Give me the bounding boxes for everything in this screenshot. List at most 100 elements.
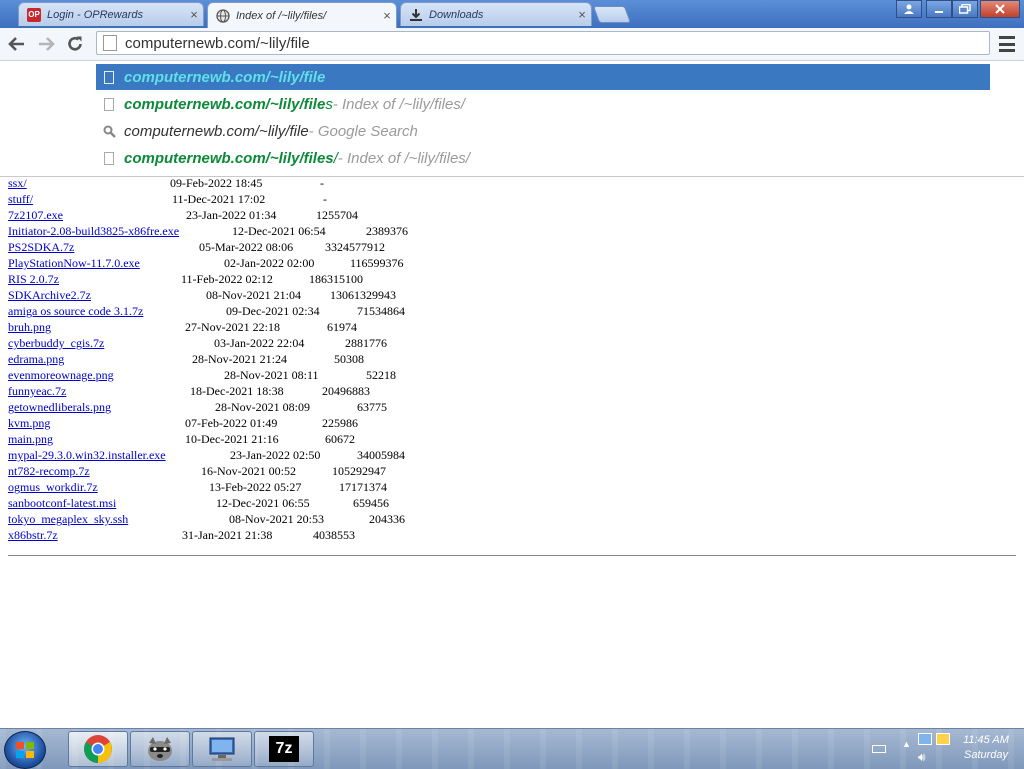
modified-date: 10-Dec-2021 21:16 [185, 432, 279, 446]
address-input[interactable] [125, 34, 965, 52]
horizontal-rule [8, 555, 1016, 556]
action-center-icon[interactable] [936, 733, 950, 745]
file-link[interactable]: bruh.png [8, 320, 51, 335]
suggestion-url: computernewb.com/~lily/files [124, 95, 333, 113]
modified-date: 18-Dec-2021 18:38 [190, 384, 284, 398]
file-link[interactable]: edrama.png [8, 352, 64, 367]
file-size: 204336 [369, 512, 405, 526]
file-link[interactable]: PlayStationNow-11.7.0.exe [8, 256, 140, 271]
raccoon-icon[interactable] [130, 731, 190, 767]
op-logo-icon: OP [27, 7, 41, 22]
file-size: 116599376 [350, 256, 404, 270]
file-size: 105292947 [332, 464, 386, 478]
windows-start-icon[interactable] [4, 731, 46, 769]
clock-day: Saturday [963, 749, 1009, 761]
file-size: 1255704 [316, 208, 358, 222]
keyboard-icon[interactable] [872, 745, 886, 753]
modified-date: 02-Jan-2022 02:00 [224, 256, 315, 270]
file-size: 71534864 [357, 304, 405, 318]
menu-icon[interactable] [996, 34, 1018, 54]
suggestion-url: computernewb.com/~lily/files/ [124, 149, 338, 167]
suggestion-description: - Google Search [308, 122, 418, 140]
file-link[interactable]: 7z2107.exe [8, 208, 63, 223]
modified-date: 31-Jan-2021 21:38 [182, 528, 273, 542]
tab-close-button[interactable]: × [378, 8, 396, 23]
modified-date: 08-Nov-2021 20:53 [229, 512, 324, 526]
show-hidden-icons-icon[interactable]: ▲ [902, 739, 911, 749]
suggestion-item[interactable]: computernewb.com/~lily/files/ - Index of… [96, 145, 990, 171]
file-size: 17171374 [339, 480, 387, 494]
user-icon[interactable] [896, 0, 922, 18]
tab-downloads[interactable]: Downloads × [400, 2, 592, 26]
file-link[interactable]: main.png [8, 432, 53, 447]
browser-toolbar [0, 28, 1024, 61]
file-size: 50308 [334, 352, 364, 366]
tab-title: Login - OPRewards [47, 8, 143, 21]
tab-login-oprewards[interactable]: OP Login - OPRewards × [18, 2, 204, 26]
tab-title: Index of /~lily/files/ [236, 9, 327, 22]
modified-date: 23-Jan-2022 02:50 [230, 448, 321, 462]
tab-close-button[interactable]: × [185, 7, 203, 22]
suggestion-description: - Index of /~lily/files/ [332, 95, 465, 113]
modified-date: 03-Jan-2022 22:04 [214, 336, 305, 350]
file-link[interactable]: cyberbuddy_cgis.7z [8, 336, 104, 351]
modified-date: 12-Dec-2021 06:54 [232, 224, 326, 238]
file-link[interactable]: x86bstr.7z [8, 528, 58, 543]
file-link[interactable]: nt782-recomp.7z [8, 464, 90, 479]
file-link[interactable]: mypal-29.3.0.win32.installer.exe [8, 448, 166, 463]
file-link[interactable]: amiga os source code 3.1.7z [8, 304, 143, 319]
tab-index-of-lily-files[interactable]: Index of /~lily/files/ × [207, 2, 397, 28]
file-link[interactable]: Initiator-2.08-build3825-x86fre.exe [8, 224, 179, 239]
maximize-icon[interactable] [952, 0, 978, 18]
reload-icon[interactable] [63, 32, 87, 56]
network-icon[interactable] [918, 733, 932, 745]
file-link[interactable]: RIS 2.0.7z [8, 272, 59, 287]
modified-date: 27-Nov-2021 22:18 [185, 320, 280, 334]
file-size: 3324577912 [325, 240, 385, 254]
minimize-icon[interactable] [926, 0, 952, 18]
suggestion-item[interactable]: computernewb.com/~lily/file - Google Sea… [96, 118, 990, 144]
file-link[interactable]: ogmus_workdir.7z [8, 480, 98, 495]
file-size: 20496883 [322, 384, 370, 398]
file-size: 659456 [353, 496, 389, 510]
suggestion-item[interactable]: computernewb.com/~lily/files - Index of … [96, 91, 990, 117]
close-icon[interactable] [980, 0, 1020, 18]
file-link[interactable]: ssx/ [8, 176, 27, 191]
modified-date: 07-Feb-2022 01:49 [185, 416, 278, 430]
tab-close-button[interactable]: × [573, 7, 591, 22]
suggestion-description: - Index of /~lily/files/ [337, 149, 470, 167]
file-size: 186315100 [309, 272, 363, 286]
file-size: 2881776 [345, 336, 387, 350]
modified-date: 28-Nov-2021 08:11 [224, 368, 319, 382]
suggestion-url: computernewb.com/~lily/file [124, 68, 326, 86]
forward-arrow-icon[interactable] [34, 32, 58, 56]
modified-date: 23-Jan-2022 01:34 [186, 208, 277, 222]
file-size: 4038553 [313, 528, 355, 542]
address-bar[interactable] [96, 31, 990, 55]
clock-time: 11:45 AM [963, 734, 1009, 746]
computer-icon[interactable] [192, 731, 252, 767]
file-link[interactable]: getownedliberals.png [8, 400, 111, 415]
new-tab-button[interactable] [592, 6, 632, 23]
file-link[interactable]: PS2SDKA.7z [8, 240, 74, 255]
chrome-icon[interactable] [68, 731, 128, 767]
file-size: 34005984 [357, 448, 405, 462]
modified-date: 09-Feb-2022 18:45 [170, 176, 263, 190]
file-link[interactable]: SDKArchive2.7z [8, 288, 91, 303]
suggestion-item[interactable]: computernewb.com/~lily/file [96, 64, 990, 90]
file-link[interactable]: kvm.png [8, 416, 50, 431]
file-link[interactable]: funnyeac.7z [8, 384, 66, 399]
modified-date: 05-Mar-2022 08:06 [199, 240, 294, 254]
file-link[interactable]: sanbootconf-latest.msi [8, 496, 116, 511]
file-link[interactable]: evenmoreownage.png [8, 368, 114, 383]
tab-title: Downloads [429, 8, 484, 21]
file-size: - [323, 192, 327, 206]
modified-date: 28-Nov-2021 21:24 [192, 352, 287, 366]
file-link[interactable]: tokyo_megaplex_sky.ssh [8, 512, 128, 527]
file-size: - [320, 176, 324, 190]
back-arrow-icon[interactable] [5, 32, 29, 56]
7zip-icon[interactable]: 7z [254, 731, 314, 767]
volume-icon[interactable]: 🔊︎ [918, 750, 926, 765]
clock[interactable]: 11:45 AM Saturday [956, 733, 1016, 763]
file-link[interactable]: stuff/ [8, 192, 33, 207]
